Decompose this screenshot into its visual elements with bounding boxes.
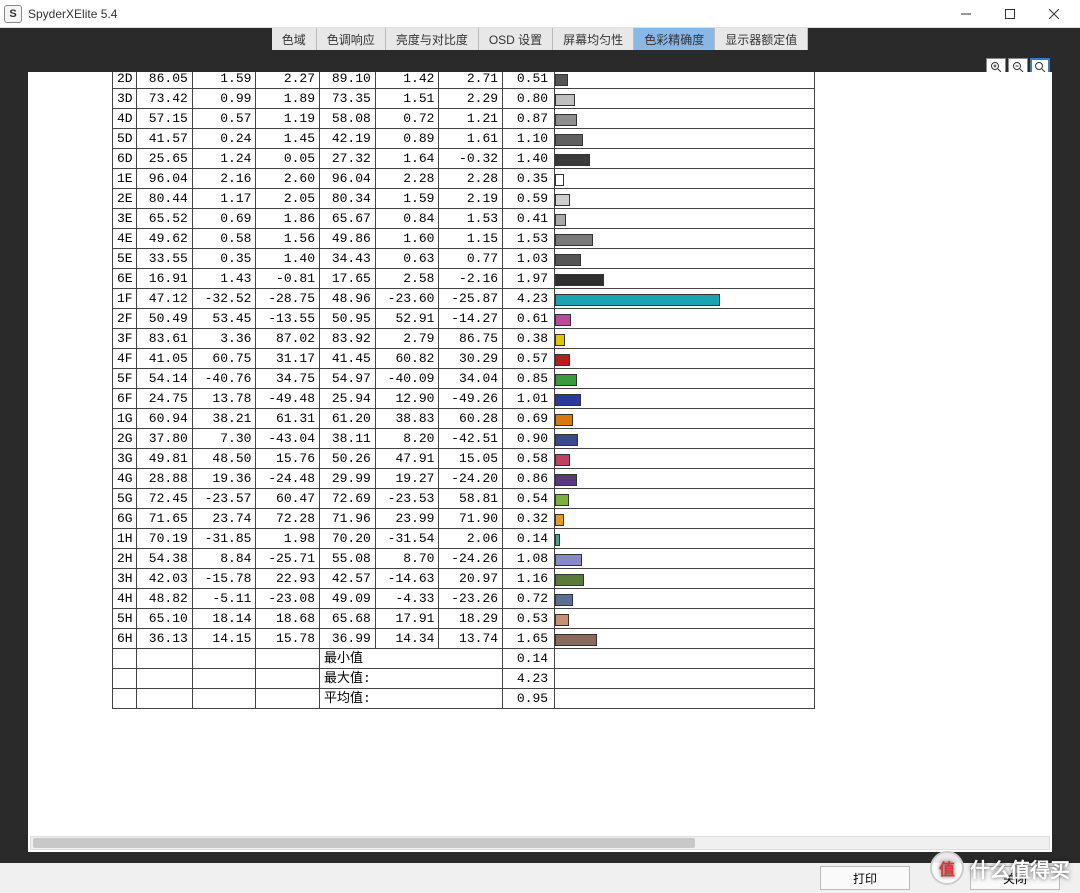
table-row: 4F 41.05 60.75 31.17 41.45 60.82 30.29 0… bbox=[113, 349, 815, 369]
tab-1[interactable]: 色调响应 bbox=[317, 28, 386, 50]
table-row: 5F 54.14 -40.76 34.75 54.97 -40.09 34.04… bbox=[113, 369, 815, 389]
app-icon: S bbox=[4, 5, 22, 23]
summary-row: 平均值: 0.95 bbox=[113, 689, 815, 709]
table-row: 3E 65.52 0.69 1.86 65.67 0.84 1.53 0.41 bbox=[113, 209, 815, 229]
content-frame: 2D 86.05 1.59 2.27 89.10 1.42 2.71 0.513… bbox=[0, 52, 1080, 872]
table-row: 6F 24.75 13.78 -49.48 25.94 12.90 -49.26… bbox=[113, 389, 815, 409]
table-row: 5D 41.57 0.24 1.45 42.19 0.89 1.61 1.10 bbox=[113, 129, 815, 149]
tab-4[interactable]: 屏幕均匀性 bbox=[553, 28, 634, 50]
watermark: 值 什么值得买 bbox=[930, 851, 1070, 885]
table-row: 3F 83.61 3.36 87.02 83.92 2.79 86.75 0.3… bbox=[113, 329, 815, 349]
print-button[interactable]: 打印 bbox=[820, 866, 910, 890]
close-button[interactable] bbox=[1032, 0, 1076, 28]
table-row: 6E 16.91 1.43 -0.81 17.65 2.58 -2.16 1.9… bbox=[113, 269, 815, 289]
horizontal-scrollbar[interactable] bbox=[30, 836, 1050, 850]
table-row: 1E 96.04 2.16 2.60 96.04 2.28 2.28 0.35 bbox=[113, 169, 815, 189]
summary-row: 最大值: 4.23 bbox=[113, 669, 815, 689]
table-row: 3H 42.03 -15.78 22.93 42.57 -14.63 20.97… bbox=[113, 569, 815, 589]
titlebar: S SpyderXElite 5.4 bbox=[0, 0, 1080, 28]
window-title: SpyderXElite 5.4 bbox=[28, 7, 944, 21]
tab-3[interactable]: OSD 设置 bbox=[479, 28, 553, 50]
table-row: 5G 72.45 -23.57 60.47 72.69 -23.53 58.81… bbox=[113, 489, 815, 509]
table-row: 1G 60.94 38.21 61.31 61.20 38.83 60.28 0… bbox=[113, 409, 815, 429]
table-row: 2F 50.49 53.45 -13.55 50.95 52.91 -14.27… bbox=[113, 309, 815, 329]
tab-bar: 色域色调响应亮度与对比度OSD 设置屏幕均匀性色彩精确度显示器额定值 bbox=[0, 28, 1080, 52]
table-row: 2D 86.05 1.59 2.27 89.10 1.42 2.71 0.51 bbox=[113, 72, 815, 89]
tab-2[interactable]: 亮度与对比度 bbox=[386, 28, 479, 50]
table-row: 6H 36.13 14.15 15.78 36.99 14.34 13.74 1… bbox=[113, 629, 815, 649]
table-row: 4H 48.82 -5.11 -23.08 49.09 -4.33 -23.26… bbox=[113, 589, 815, 609]
table-row: 2G 37.80 7.30 -43.04 38.11 8.20 -42.51 0… bbox=[113, 429, 815, 449]
table-row: 1F 47.12 -32.52 -28.75 48.96 -23.60 -25.… bbox=[113, 289, 815, 309]
tab-5[interactable]: 色彩精确度 bbox=[634, 28, 715, 50]
table-row: 2H 54.38 8.84 -25.71 55.08 8.70 -24.26 1… bbox=[113, 549, 815, 569]
table-row: 2E 80.44 1.17 2.05 80.34 1.59 2.19 0.59 bbox=[113, 189, 815, 209]
table-row: 4E 49.62 0.58 1.56 49.86 1.60 1.15 1.53 bbox=[113, 229, 815, 249]
tab-6[interactable]: 显示器额定值 bbox=[715, 28, 808, 50]
table-row: 5H 65.10 18.14 18.68 65.68 17.91 18.29 0… bbox=[113, 609, 815, 629]
table-row: 4D 57.15 0.57 1.19 58.08 0.72 1.21 0.87 bbox=[113, 109, 815, 129]
watermark-badge: 值 bbox=[930, 851, 964, 885]
watermark-text: 什么值得买 bbox=[970, 854, 1070, 883]
table-row: 3G 49.81 48.50 15.76 50.26 47.91 15.05 0… bbox=[113, 449, 815, 469]
minimize-button[interactable] bbox=[944, 0, 988, 28]
footer-bar: 打印 关闭 bbox=[0, 863, 1080, 893]
table-row: 3D 73.42 0.99 1.89 73.35 1.51 2.29 0.80 bbox=[113, 89, 815, 109]
table-row: 1H 70.19 -31.85 1.98 70.20 -31.54 2.06 0… bbox=[113, 529, 815, 549]
table-row: 6D 25.65 1.24 0.05 27.32 1.64 -0.32 1.40 bbox=[113, 149, 815, 169]
table-row: 5E 33.55 0.35 1.40 34.43 0.63 0.77 1.03 bbox=[113, 249, 815, 269]
table-row: 4G 28.88 19.36 -24.48 29.99 19.27 -24.20… bbox=[113, 469, 815, 489]
summary-row: 最小值 0.14 bbox=[113, 649, 815, 669]
table-row: 6G 71.65 23.74 72.28 71.96 23.99 71.90 0… bbox=[113, 509, 815, 529]
maximize-button[interactable] bbox=[988, 0, 1032, 28]
tab-0[interactable]: 色域 bbox=[272, 28, 317, 50]
color-accuracy-table: 2D 86.05 1.59 2.27 89.10 1.42 2.71 0.513… bbox=[112, 72, 815, 709]
report-canvas: 2D 86.05 1.59 2.27 89.10 1.42 2.71 0.513… bbox=[28, 72, 1052, 852]
